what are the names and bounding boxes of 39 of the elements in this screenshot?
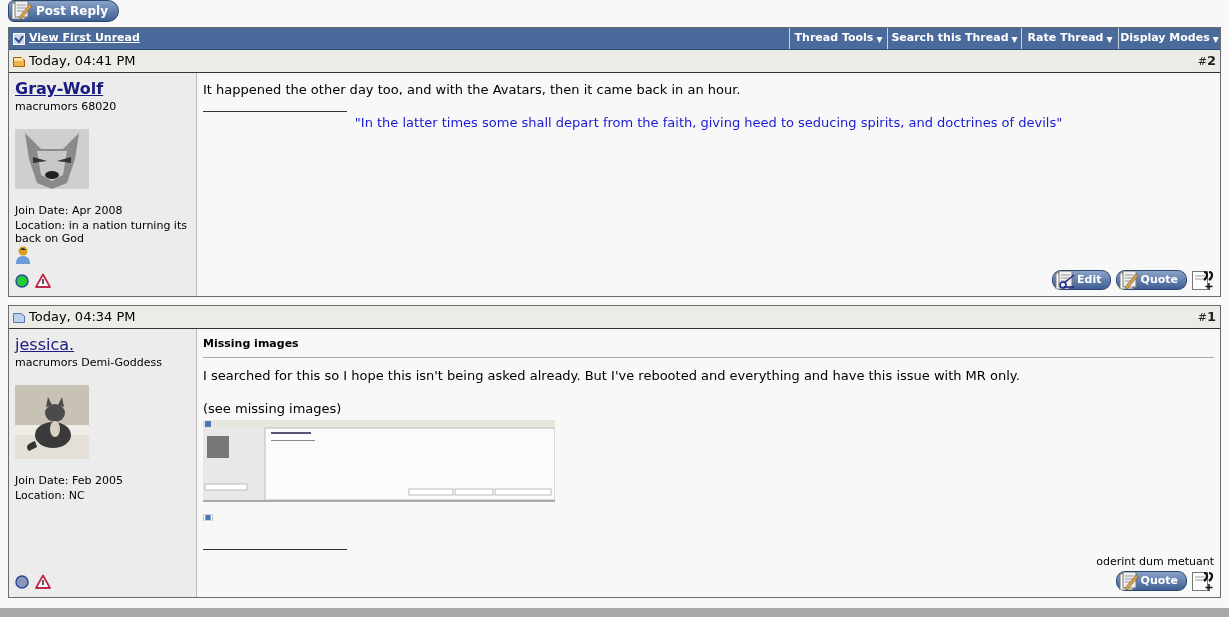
join-date: Join Date: Apr 2008 [15,202,124,219]
message-text: I searched for this so I hope this isn't being asked already. But I've rebooted and everything and have this issue with MR only. [203,366,1021,385]
warning-icon [35,273,51,288]
edit-button[interactable]: Edit [1052,270,1111,290]
menu-dropdown[interactable]: Display Modes ▾ [1118,28,1220,49]
post-number-link[interactable]: #1 [1197,307,1216,327]
username-link[interactable]: jessica. [15,335,75,355]
menu-dropdown[interactable]: Thread Tools ▾ [789,28,887,49]
post-reply-button[interactable]: Post Reply [8,0,119,22]
post-number-link[interactable]: #2 [1197,51,1216,71]
scissors-paper-icon [1055,271,1076,289]
user-location: Location: NC [15,489,86,502]
post-title: Missing images [203,336,1214,358]
signature-text: "In the latter times some shall depart from the faith, giving heed to seducing spirits, and doctrines of devils" [353,113,1064,132]
checkbox-icon [13,32,25,45]
quote-button[interactable]: Quote [1115,270,1187,290]
menu-dropdown[interactable]: Rate Thread ▾ [1021,28,1118,49]
view-first-unread-link[interactable]: View First Unread [9,28,789,49]
user-rank: macrumors 68020 [15,99,118,115]
pencil-paper-icon [11,1,33,21]
post-date: Today, 04:34 PM [29,308,137,327]
signature-text: oderint dum metuant [1096,553,1214,570]
pencil-paper-icon [1118,572,1139,590]
broken-image-icon [203,513,213,521]
username-link[interactable]: Gray-Wolf [15,79,104,99]
multi-quote-icon [1192,570,1214,592]
multi-quote-icon [1192,269,1214,291]
multi-quote-button[interactable] [1192,269,1214,291]
post-date: Today, 04:41 PM [29,52,137,71]
user-location: Location: in a nation turning its back on God [15,219,188,245]
message-text: It happened the other day too, and with the Avatars, then it came back in an hour. [203,81,742,99]
user-rank: macrumors Demi-Goddess [15,355,164,371]
join-date: Join Date: Feb 2005 [15,472,124,489]
multi-quote-button[interactable] [1192,570,1214,592]
warning-icon [35,574,51,589]
message-text: (see missing images) [203,400,343,418]
pencil-paper-icon [1118,271,1139,289]
menu-dropdown[interactable]: Search this Thread ▾ [887,28,1021,49]
quote-button[interactable]: Quote [1115,571,1187,591]
